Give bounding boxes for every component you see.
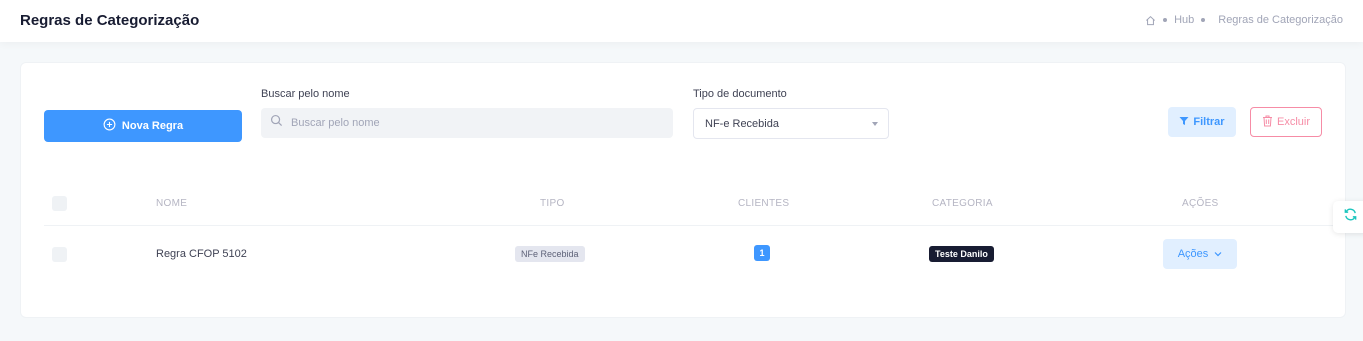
breadcrumb: Hub Regras de Categorização bbox=[1145, 14, 1343, 26]
rule-name: Regra CFOP 5102 bbox=[156, 248, 247, 260]
column-header-clientes: CLIENTES bbox=[738, 198, 790, 209]
home-icon[interactable] bbox=[1145, 15, 1156, 26]
column-header-acoes: AÇÕES bbox=[1182, 198, 1219, 209]
breadcrumb-item-hub[interactable]: Hub bbox=[1174, 14, 1194, 26]
doc-type-select[interactable]: NF-e Recebida bbox=[693, 108, 889, 139]
row-checkbox[interactable] bbox=[52, 247, 67, 262]
breadcrumb-separator bbox=[1163, 18, 1168, 22]
top-bar: Regras de Categorização Hub Regras de Ca… bbox=[0, 0, 1363, 42]
rules-card: Nova Regra Buscar pelo nome Tipo de docu… bbox=[20, 62, 1346, 318]
column-header-nome: NOME bbox=[156, 198, 188, 209]
page-title: Regras de Categorização bbox=[20, 12, 200, 29]
search-label: Buscar pelo nome bbox=[261, 88, 350, 100]
chevron-down-icon bbox=[1214, 248, 1222, 260]
select-all-checkbox[interactable] bbox=[52, 196, 67, 211]
plus-circle-icon bbox=[103, 118, 116, 134]
funnel-icon bbox=[1179, 116, 1189, 129]
actions-label: Ações bbox=[1177, 248, 1209, 260]
delete-label: Excluir bbox=[1276, 116, 1310, 128]
side-refresh-widget[interactable] bbox=[1333, 201, 1363, 233]
categoria-badge: Teste Danilo bbox=[929, 246, 994, 262]
column-header-categoria: CATEGORIA bbox=[932, 198, 993, 209]
breadcrumb-item-current: Regras de Categorização bbox=[1218, 14, 1343, 26]
breadcrumb-separator bbox=[1201, 18, 1206, 22]
filter-label: Filtrar bbox=[1193, 116, 1225, 128]
search-input[interactable] bbox=[291, 117, 651, 129]
trash-icon bbox=[1262, 115, 1273, 130]
column-header-tipo: TIPO bbox=[540, 198, 565, 209]
search-icon bbox=[270, 114, 283, 132]
filter-button[interactable]: Filtrar bbox=[1168, 107, 1236, 137]
header-divider bbox=[44, 225, 1346, 226]
new-rule-label: Nova Regra bbox=[121, 120, 184, 132]
doc-type-value: NF-e Recebida bbox=[705, 117, 779, 130]
chevron-down-icon bbox=[872, 122, 878, 126]
doc-type-label: Tipo de documento bbox=[693, 88, 787, 100]
search-field[interactable] bbox=[261, 108, 673, 138]
actions-dropdown-button[interactable]: Ações bbox=[1163, 239, 1237, 269]
tipo-badge: NFe Recebida bbox=[515, 246, 585, 262]
clientes-count-badge[interactable]: 1 bbox=[754, 245, 770, 261]
delete-button[interactable]: Excluir bbox=[1250, 107, 1322, 137]
new-rule-button[interactable]: Nova Regra bbox=[44, 110, 242, 142]
refresh-icon bbox=[1343, 207, 1358, 227]
